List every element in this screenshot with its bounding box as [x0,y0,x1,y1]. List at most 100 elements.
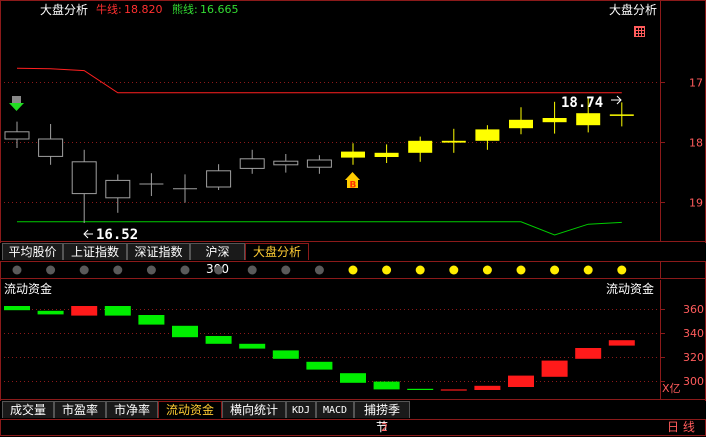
signal-dot-row [0,261,706,279]
signal-dot-grey [314,265,324,275]
candle-body [341,151,365,158]
candle [441,128,466,153]
buy-arrow-icon [345,172,360,180]
flow-bar [407,388,434,390]
candle-body [206,170,232,188]
flow-bar [440,389,467,391]
sell-arrow-icon [9,103,24,111]
flow-bar [306,361,333,370]
signal-dot-grey [180,265,190,275]
signal-dot-yellow [449,265,459,275]
price-tick-label: 17 [689,77,703,90]
high-price-arrow [611,95,622,105]
lower-tab-3[interactable]: 流动资金 [158,401,222,418]
candle [173,174,197,203]
lower-tab-0[interactable]: 成交量 [2,401,54,418]
signal-dot-grey [12,265,22,275]
high-price-label: 18.74 [561,95,603,111]
signal-dot-grey [113,265,123,275]
flow-bar [104,306,131,316]
candle [71,149,97,223]
candle [341,143,365,165]
buy-signal-label: B [350,181,357,191]
low-price-arrow [83,229,93,239]
upper-tab-bar: 平均股价上证指数深证指数沪深300大盘分析 [0,243,706,276]
flow-bar [373,381,400,390]
candle-body [542,118,567,123]
candle [475,125,500,150]
flow-bar [71,306,98,316]
candle-body [374,152,399,157]
flow-bar [4,306,30,311]
candle-body [306,159,332,168]
lower-tab-4[interactable]: 横向统计 [222,401,286,418]
signal-dot-yellow [415,265,425,275]
candle-body [239,158,265,169]
flow-tick-label: 360 [683,303,704,316]
candle [273,154,299,173]
candle [206,164,232,190]
candle-body [609,114,634,116]
lower-tab-7[interactable]: 捕捞季节 [354,401,410,434]
flow-bar [508,375,534,387]
flow-bar [474,385,501,390]
flow-bar-chart: 360 340 320 300 [0,280,706,400]
upper-tab-2[interactable]: 深证指数 [127,243,190,260]
flow-bar [575,348,602,359]
candle [374,144,399,163]
signal-dot-yellow [382,265,392,275]
low-price-label: 16.52 [96,227,138,242]
signal-dot-yellow [617,265,627,275]
candle [139,173,164,196]
candle [38,124,64,165]
flow-bar [172,325,198,338]
signal-dot-yellow [482,265,492,275]
lower-tab-6[interactable]: MACD [316,401,354,418]
sell-signal-box [12,96,21,103]
upper-tab-4[interactable]: 大盘分析 [245,243,309,260]
candle-body [71,161,97,195]
upper-tab-3[interactable]: 沪深300 [190,243,245,276]
price-tick-label: 18 [689,137,703,150]
candle [239,149,265,174]
flow-bar [272,350,299,359]
flow-bar [37,310,64,315]
lower-tab-5[interactable]: KDJ [286,401,316,418]
flow-tick-label: 320 [683,351,704,364]
signal-dot-yellow [348,265,358,275]
signal-dot-yellow [516,265,526,275]
upper-tab-1[interactable]: 上证指数 [63,243,127,260]
signal-dot-grey [146,265,156,275]
signal-dot-grey [247,265,257,275]
candle-body [4,131,30,140]
flow-bar [608,340,635,346]
candle-body [509,119,533,129]
period-label[interactable]: 日 线 [667,420,695,434]
lower-tab-1[interactable]: 市盈率 [54,401,106,418]
candle-body [105,179,131,199]
signal-dot-yellow [550,265,560,275]
signal-dot-grey [46,265,56,275]
candle [4,121,30,148]
upper-tab-0[interactable]: 平均股价 [2,243,63,260]
lower-tab-2[interactable]: 市净率 [106,401,158,418]
signal-dot-grey [281,265,291,275]
flow-bar [205,336,232,344]
candle-body [441,140,466,143]
candle [609,102,634,127]
candle [306,155,332,174]
signal-dot-grey [214,265,224,275]
candle-body [475,129,500,141]
flow-tick-label: 300 [683,375,704,388]
candle-body [408,140,433,153]
bull-line [16,67,622,94]
flow-bar [138,315,165,325]
lower-tab-bar: 成交量 市盈率 市净率 流动资金 横向统计 KDJ MACD 捕捞季节 [0,401,706,434]
flow-tick-label: 340 [683,327,704,340]
page-number: 2 [381,421,388,434]
candle-body [38,138,64,157]
candle [408,136,433,162]
flow-bar [340,373,366,383]
signal-dot-grey [79,265,89,275]
flow-bar [541,360,568,377]
